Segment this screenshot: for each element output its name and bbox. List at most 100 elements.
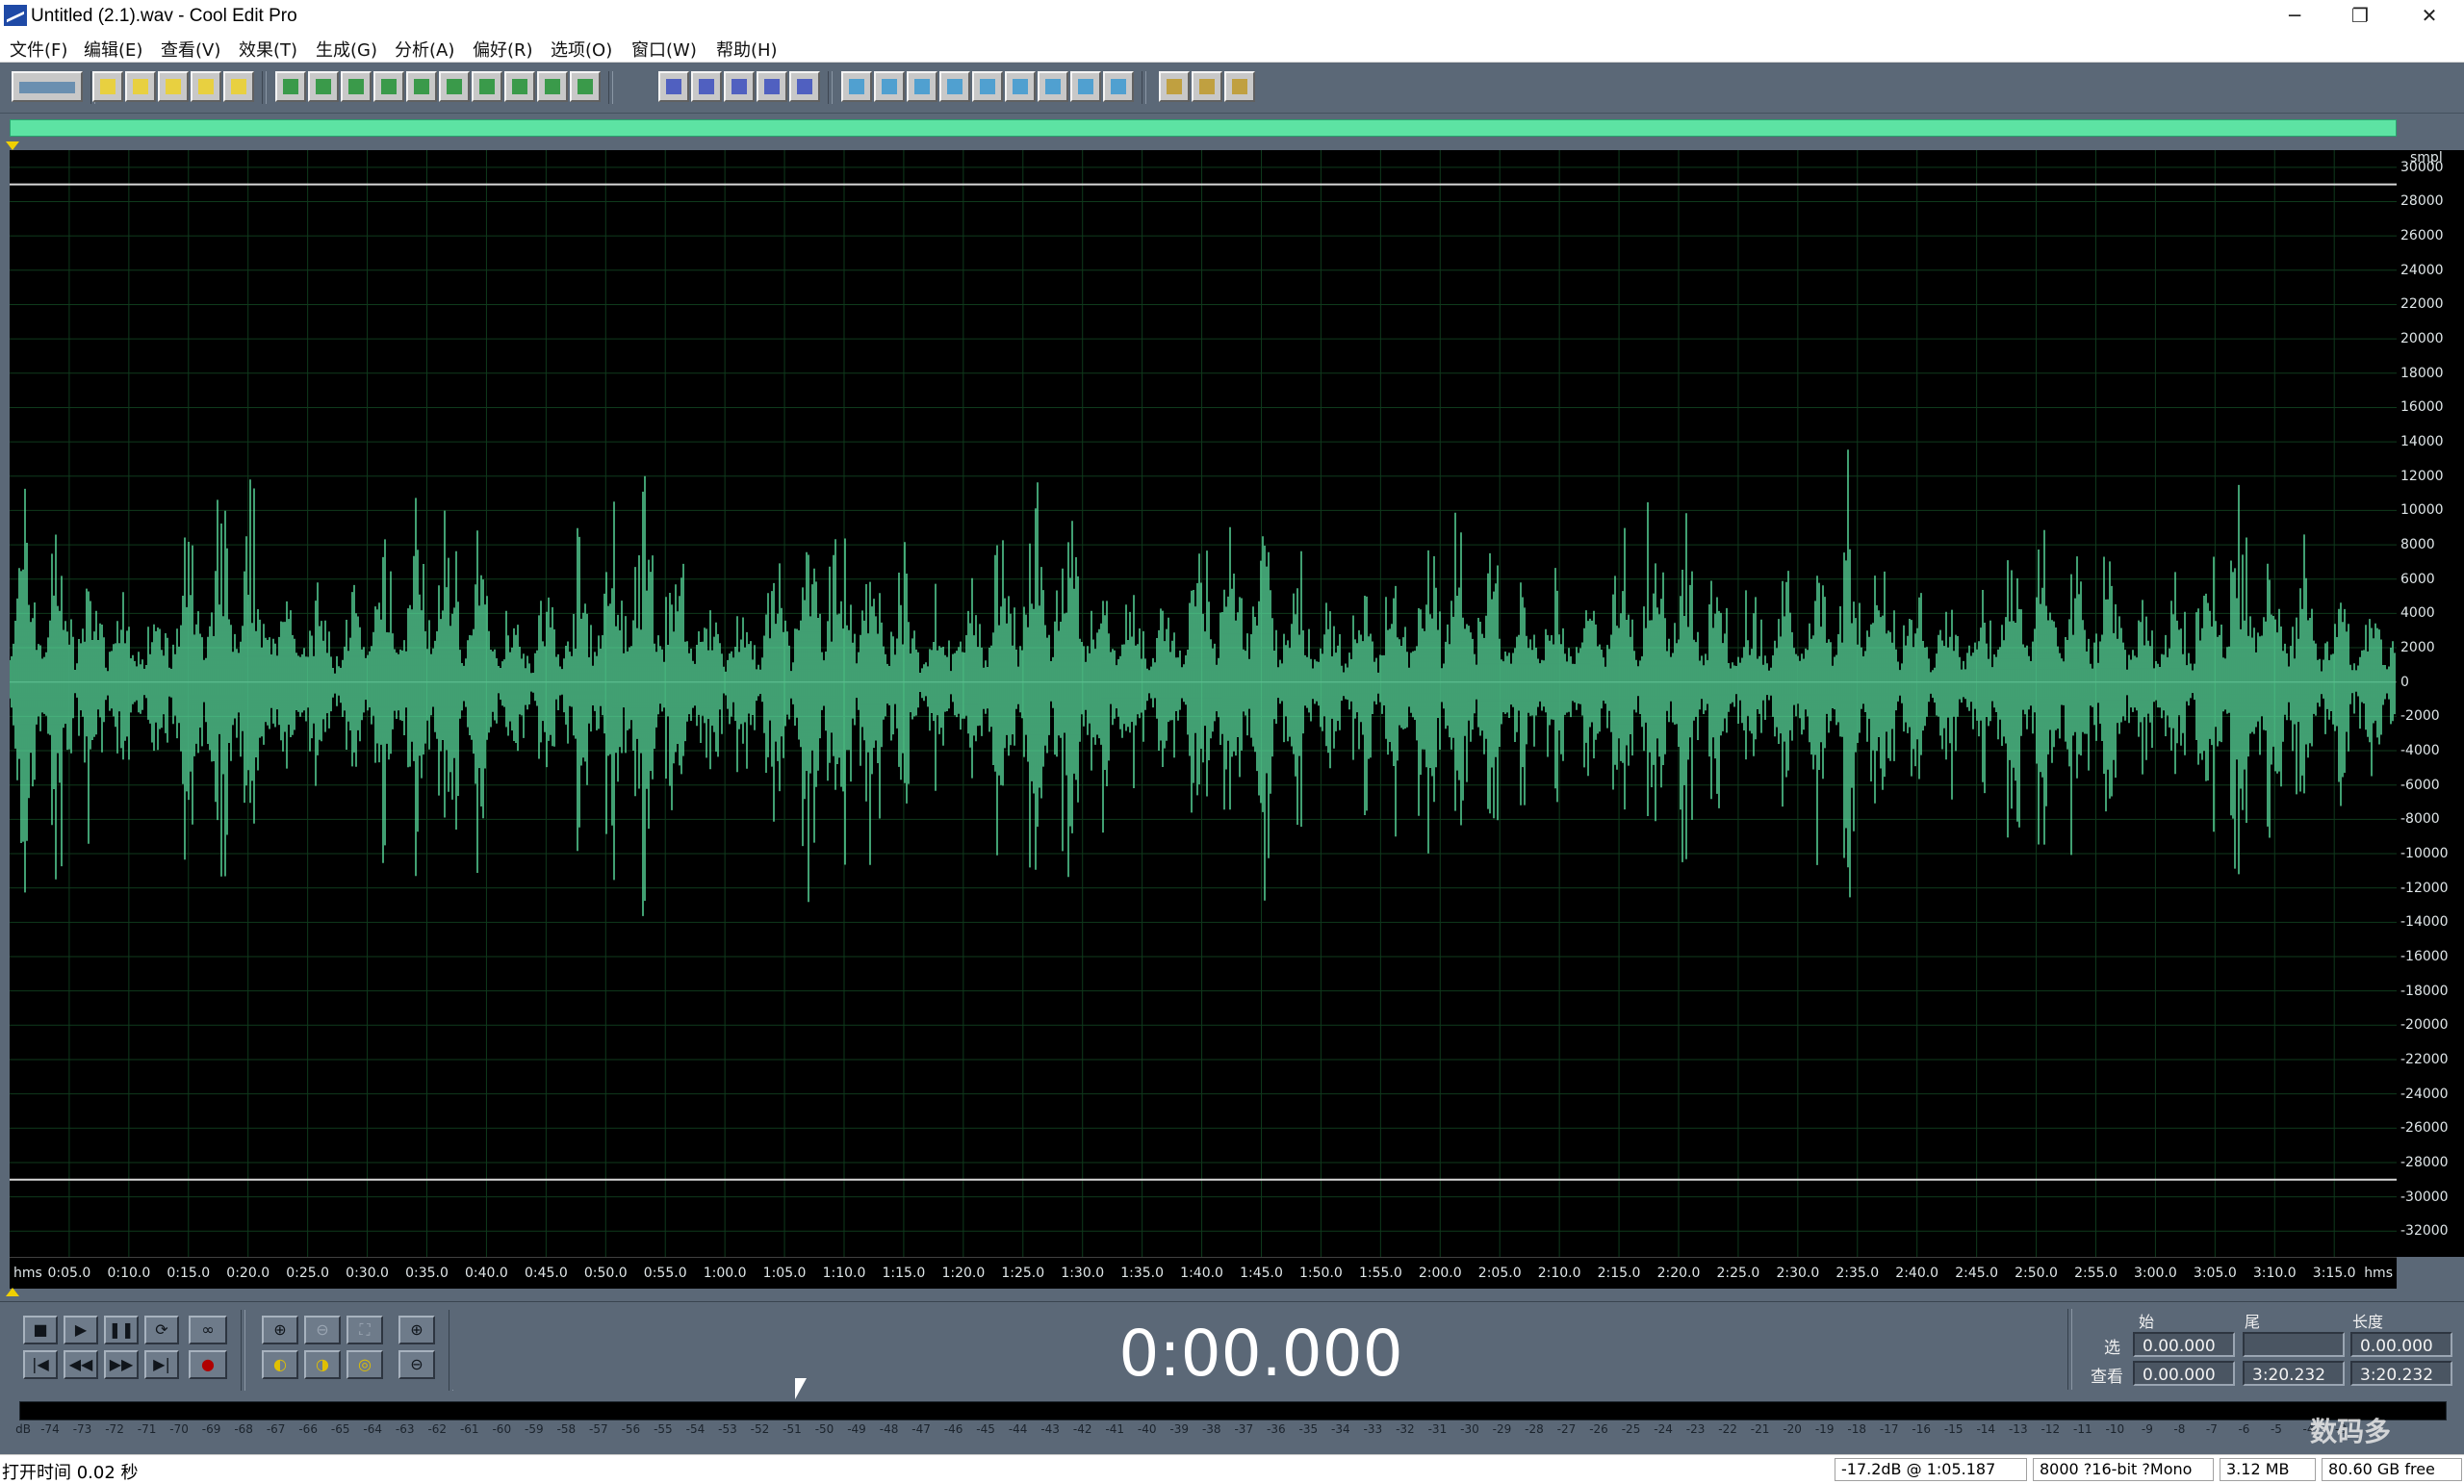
zoom-fit-icon[interactable]: [972, 71, 1003, 102]
menu-file[interactable]: 文件(F): [10, 37, 67, 62]
cut-icon[interactable]: [439, 71, 470, 102]
menu-generate[interactable]: 生成(G): [316, 37, 377, 62]
script-icon[interactable]: [1192, 71, 1222, 102]
zoom-left-icon[interactable]: ◐: [262, 1350, 298, 1379]
paste-icon[interactable]: [472, 71, 502, 102]
info-icon[interactable]: [907, 71, 937, 102]
menu-edit[interactable]: 编辑(E): [84, 37, 142, 62]
time-format-icon[interactable]: [757, 71, 787, 102]
select-end-field[interactable]: [2243, 1332, 2345, 1357]
copy-icon[interactable]: [373, 71, 404, 102]
end-marker-icon[interactable]: [6, 1288, 19, 1296]
play-icon[interactable]: [939, 71, 970, 102]
go-to-end-button[interactable]: ▶|: [144, 1350, 179, 1379]
view-length-field[interactable]: 3:20.232: [2350, 1361, 2452, 1386]
copy-to-new-icon[interactable]: [406, 71, 437, 102]
stop-button[interactable]: ■: [23, 1316, 58, 1344]
view-end-field[interactable]: 3:20.232: [2243, 1361, 2345, 1386]
new-file-icon[interactable]: [92, 71, 123, 102]
close-button[interactable]: ✕: [2397, 0, 2462, 33]
open-file-icon[interactable]: [125, 71, 156, 102]
repeat-icon[interactable]: [341, 71, 372, 102]
minimize-button[interactable]: ─: [2262, 0, 2327, 33]
y-tick-label: 6000: [2400, 571, 2435, 587]
meter-tick-label: -38: [1201, 1422, 1221, 1436]
menu-favorites[interactable]: 偏好(R): [473, 37, 533, 62]
help-icon[interactable]: [1224, 71, 1255, 102]
play-button[interactable]: ▶: [64, 1316, 98, 1344]
fast-forward-button[interactable]: ▶▶: [104, 1350, 139, 1379]
redo-icon[interactable]: [308, 71, 339, 102]
select-length-field[interactable]: 0.00.000: [2350, 1332, 2452, 1357]
go-to-start-button[interactable]: |◀: [23, 1350, 58, 1379]
color-icon[interactable]: [1070, 71, 1101, 102]
menu-help[interactable]: 帮助(H): [716, 37, 778, 62]
zoom-out-icon[interactable]: ⊖: [304, 1316, 341, 1344]
loop-button[interactable]: ∞: [189, 1316, 227, 1344]
menu-effects[interactable]: 效果(T): [239, 37, 297, 62]
settings-icon[interactable]: [1159, 71, 1190, 102]
multitrack-toggle-icon[interactable]: [12, 71, 83, 102]
zoom-full-icon[interactable]: ⛶: [346, 1316, 383, 1344]
snap-icon[interactable]: [724, 71, 755, 102]
play-list-icon[interactable]: [841, 71, 872, 102]
meter-tick-label: -23: [1685, 1422, 1706, 1436]
play-to-end-button[interactable]: ⟳: [144, 1316, 179, 1344]
zoom-out-vertical-icon[interactable]: ⊖: [398, 1350, 435, 1379]
zoom-selection-icon[interactable]: ◎: [346, 1350, 383, 1379]
overview-bar[interactable]: [10, 119, 2397, 137]
paste-new-icon[interactable]: [504, 71, 535, 102]
select-row-label: 选: [2104, 1339, 2120, 1358]
x-tick-label: 0:45.0: [524, 1266, 568, 1281]
undo-icon[interactable]: [275, 71, 306, 102]
meter-tick-label: -57: [589, 1422, 608, 1436]
meter-tick-label: -56: [621, 1422, 641, 1436]
zoom-right-icon[interactable]: ◑: [304, 1350, 341, 1379]
meter-tick-label: -18: [1847, 1422, 1866, 1436]
divider: [241, 1310, 245, 1391]
pause-button[interactable]: ❚❚: [104, 1316, 139, 1344]
rewind-button[interactable]: ◀◀: [64, 1350, 98, 1379]
view-begin-field[interactable]: 0.00.000: [2133, 1361, 2235, 1386]
y-tick-label: -22000: [2400, 1051, 2449, 1067]
mix-paste-icon[interactable]: [537, 71, 568, 102]
bar-icon[interactable]: [1103, 71, 1134, 102]
x-tick-label: 1:50.0: [1299, 1266, 1343, 1281]
show-waveform-icon[interactable]: [658, 71, 689, 102]
x-unit-label-right: hms: [2364, 1266, 2393, 1281]
save-all-icon[interactable]: [191, 71, 221, 102]
meter-tick-label: -14: [1976, 1422, 1996, 1436]
meter-tick-label: -27: [1556, 1422, 1577, 1436]
save-icon[interactable]: [158, 71, 189, 102]
record-button[interactable]: ●: [189, 1350, 227, 1379]
properties-icon[interactable]: [874, 71, 905, 102]
meter-tick-label: -21: [1750, 1422, 1770, 1436]
select-begin-field[interactable]: 0.00.000: [2133, 1332, 2235, 1357]
meter-tick-label: -39: [1169, 1422, 1190, 1436]
crop-icon[interactable]: [570, 71, 601, 102]
start-marker-icon[interactable]: [6, 141, 19, 150]
x-tick-label: 2:25.0: [1716, 1266, 1760, 1281]
meter-tick-label: -71: [137, 1422, 157, 1436]
y-tick-label: 10000: [2400, 502, 2444, 519]
close-file-icon[interactable]: [223, 71, 254, 102]
time-display-icon[interactable]: [1005, 71, 1036, 102]
cue-list-icon[interactable]: [789, 71, 820, 102]
time-ruler[interactable]: hms hms 0:05.0 0:10.0 0:15.0 0:20.0 0:25.0 0:…: [10, 1257, 2397, 1289]
zoom-in-vertical-icon[interactable]: ⊕: [398, 1316, 435, 1344]
restore-button[interactable]: ❐: [2327, 0, 2393, 33]
waveform-display[interactable]: [10, 150, 2397, 1257]
meter-unit-label: dB: [15, 1422, 31, 1436]
toolbar-separator: [608, 71, 613, 104]
spectral-view-icon[interactable]: [691, 71, 722, 102]
meter-tick-label: -49: [847, 1422, 866, 1436]
menu-options[interactable]: 选项(O): [551, 37, 612, 62]
grid-icon[interactable]: [1038, 71, 1068, 102]
app-icon: [4, 5, 27, 26]
zoom-in-icon[interactable]: ⊕: [262, 1316, 298, 1344]
menu-window[interactable]: 窗口(W): [631, 37, 697, 62]
menu-view[interactable]: 查看(V): [161, 37, 220, 62]
y-tick-label: -26000: [2400, 1120, 2449, 1137]
menu-analyze[interactable]: 分析(A): [395, 37, 454, 62]
meter-tick-label: -8: [2173, 1422, 2186, 1436]
